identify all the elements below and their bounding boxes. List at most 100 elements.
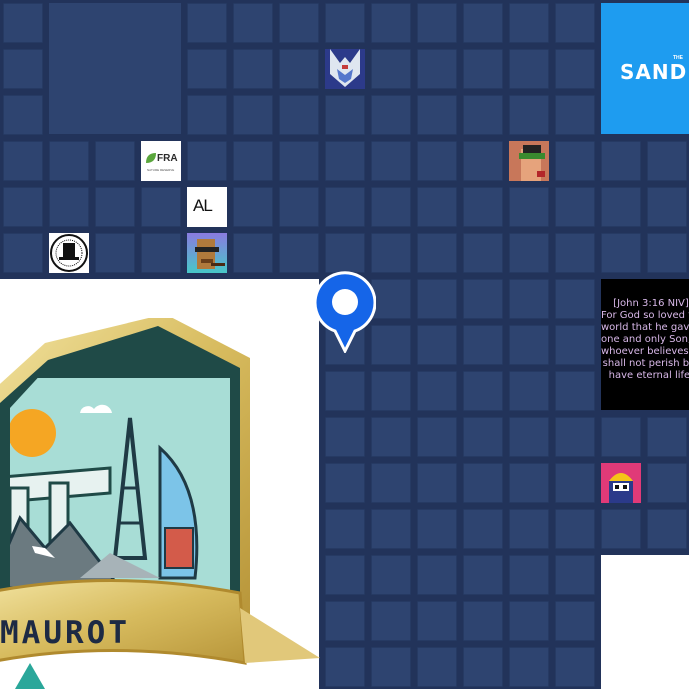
parcel-cell[interactable] bbox=[555, 601, 595, 641]
parcel-cell[interactable] bbox=[325, 371, 365, 411]
parcel-cell[interactable] bbox=[279, 141, 319, 181]
parcel-cell[interactable] bbox=[417, 601, 457, 641]
parcel-cell[interactable] bbox=[233, 233, 273, 273]
parcel-cell[interactable] bbox=[279, 233, 319, 273]
parcel-cell[interactable] bbox=[371, 509, 411, 549]
parcel-cell[interactable] bbox=[187, 49, 227, 89]
parcel-cell[interactable] bbox=[463, 141, 503, 181]
parcel-cell[interactable] bbox=[371, 601, 411, 641]
parcel-cell[interactable] bbox=[601, 187, 641, 227]
parcel-cell[interactable] bbox=[463, 233, 503, 273]
parcel-cell[interactable] bbox=[371, 233, 411, 273]
parcel-cell[interactable] bbox=[3, 233, 43, 273]
parcel-cell[interactable] bbox=[509, 555, 549, 595]
parcel-cell[interactable] bbox=[463, 555, 503, 595]
parcel-cell[interactable] bbox=[233, 95, 273, 135]
parcel-cell[interactable] bbox=[141, 187, 181, 227]
parcel-cell[interactable] bbox=[371, 463, 411, 503]
parcel-cell[interactable] bbox=[279, 187, 319, 227]
parcel-cell[interactable] bbox=[371, 417, 411, 457]
parcel-cell[interactable] bbox=[417, 49, 457, 89]
parcel-cell[interactable] bbox=[417, 463, 457, 503]
parcel-cell[interactable] bbox=[555, 647, 595, 687]
parcel-cell[interactable] bbox=[463, 647, 503, 687]
parcel-cell[interactable] bbox=[555, 187, 595, 227]
parcel-cell[interactable] bbox=[95, 233, 135, 273]
parcel-cell[interactable] bbox=[141, 233, 181, 273]
estate-block-large[interactable] bbox=[49, 3, 181, 134]
land-map[interactable]: THE SANDBOX [John 3:16 NIV] For God so l… bbox=[0, 0, 689, 689]
parcel-cell[interactable] bbox=[95, 141, 135, 181]
parcel-cell[interactable] bbox=[463, 187, 503, 227]
parcel-cell[interactable] bbox=[417, 509, 457, 549]
parcel-cell[interactable] bbox=[325, 3, 365, 43]
parcel-cell[interactable] bbox=[509, 463, 549, 503]
parcel-cell[interactable] bbox=[279, 95, 319, 135]
parcel-cell[interactable] bbox=[371, 279, 411, 319]
parcel-cell[interactable] bbox=[509, 417, 549, 457]
parcel-cell[interactable] bbox=[555, 325, 595, 365]
parcel-cell[interactable] bbox=[463, 601, 503, 641]
parcel-cell[interactable] bbox=[601, 509, 641, 549]
parcel-cell[interactable] bbox=[463, 279, 503, 319]
parcel-cell[interactable] bbox=[647, 187, 687, 227]
parcel-cell[interactable] bbox=[463, 463, 503, 503]
parcel-cell[interactable] bbox=[233, 3, 273, 43]
parcel-cell[interactable] bbox=[325, 509, 365, 549]
parcel-cell[interactable] bbox=[3, 3, 43, 43]
parcel-cell[interactable] bbox=[3, 49, 43, 89]
parcel-cell[interactable] bbox=[555, 417, 595, 457]
parcel-cell[interactable] bbox=[417, 279, 457, 319]
parcel-cell[interactable] bbox=[555, 371, 595, 411]
fra-logo-parcel[interactable]: FRA NATURE RESERVE bbox=[141, 141, 181, 181]
parcel-cell[interactable] bbox=[371, 187, 411, 227]
parcel-cell[interactable] bbox=[601, 233, 641, 273]
parcel-cell[interactable] bbox=[509, 49, 549, 89]
parcel-cell[interactable] bbox=[325, 417, 365, 457]
location-pin-icon[interactable] bbox=[314, 271, 376, 353]
parcel-cell[interactable] bbox=[509, 95, 549, 135]
parcel-cell[interactable] bbox=[509, 371, 549, 411]
sandbox-parcel[interactable]: THE SANDBOX bbox=[601, 3, 689, 134]
parcel-cell[interactable] bbox=[233, 187, 273, 227]
parcel-cell[interactable] bbox=[417, 233, 457, 273]
parcel-cell[interactable] bbox=[371, 141, 411, 181]
parcel-cell[interactable] bbox=[509, 509, 549, 549]
parcel-cell[interactable] bbox=[417, 3, 457, 43]
parcel-cell[interactable] bbox=[325, 95, 365, 135]
parcel-cell[interactable] bbox=[371, 325, 411, 365]
parcel-cell[interactable] bbox=[49, 141, 89, 181]
parcel-cell[interactable] bbox=[509, 601, 549, 641]
parcel-cell[interactable] bbox=[555, 279, 595, 319]
parcel-cell[interactable] bbox=[463, 371, 503, 411]
parcel-cell[interactable] bbox=[509, 647, 549, 687]
parcel-cell[interactable] bbox=[555, 49, 595, 89]
parcel-cell[interactable] bbox=[187, 141, 227, 181]
parcel-cell[interactable] bbox=[647, 463, 687, 503]
parcel-cell[interactable] bbox=[279, 3, 319, 43]
punk-avatar-thumbnail[interactable] bbox=[509, 141, 549, 181]
verse-parcel[interactable]: [John 3:16 NIV] For God so loved the wor… bbox=[601, 279, 689, 410]
parcel-cell[interactable] bbox=[325, 463, 365, 503]
parcel-cell[interactable] bbox=[647, 509, 687, 549]
parcel-cell[interactable] bbox=[463, 417, 503, 457]
parcel-cell[interactable] bbox=[371, 3, 411, 43]
parcel-cell[interactable] bbox=[647, 141, 687, 181]
parcel-cell[interactable] bbox=[647, 233, 687, 273]
parcel-cell[interactable] bbox=[371, 555, 411, 595]
parcel-cell[interactable] bbox=[555, 95, 595, 135]
parcel-cell[interactable] bbox=[463, 95, 503, 135]
parcel-cell[interactable] bbox=[417, 187, 457, 227]
parcel-cell[interactable] bbox=[463, 325, 503, 365]
parcel-cell[interactable] bbox=[601, 417, 641, 457]
parcel-cell[interactable] bbox=[49, 187, 89, 227]
parcel-cell[interactable] bbox=[555, 555, 595, 595]
parcel-cell[interactable] bbox=[3, 95, 43, 135]
parcel-cell[interactable] bbox=[3, 187, 43, 227]
parcel-cell[interactable] bbox=[417, 371, 457, 411]
parcel-cell[interactable] bbox=[417, 555, 457, 595]
al-logo-parcel[interactable]: AL bbox=[187, 187, 227, 227]
parcel-cell[interactable] bbox=[233, 141, 273, 181]
hardhat-character-thumbnail[interactable] bbox=[601, 463, 641, 503]
parcel-cell[interactable] bbox=[601, 141, 641, 181]
